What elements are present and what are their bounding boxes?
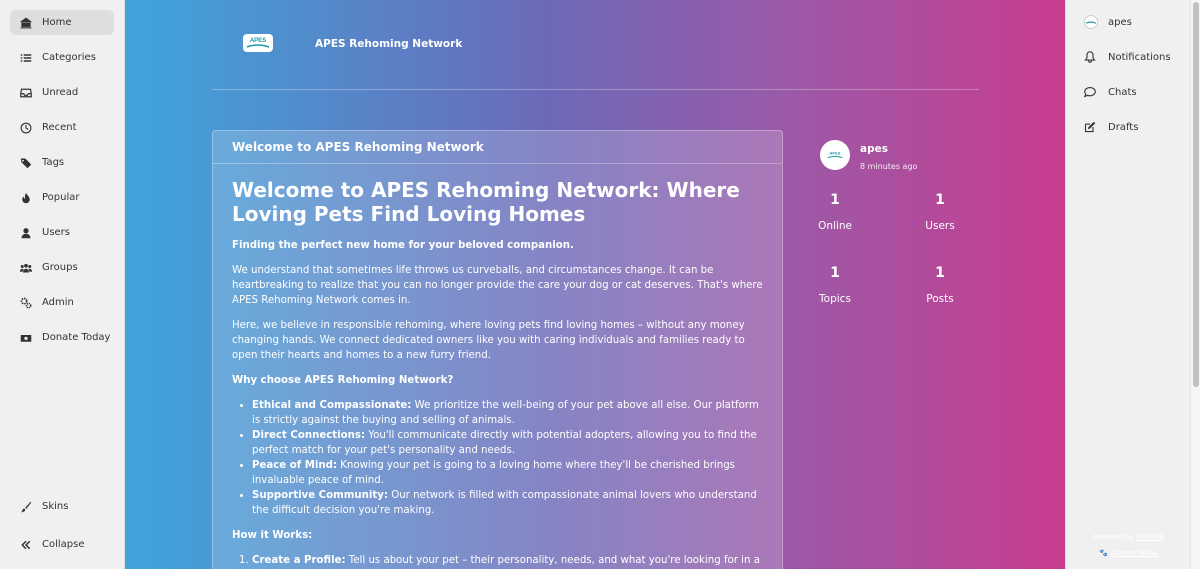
list-item: Peace of Mind: Knowing your pet is going… [252,458,763,488]
nav-collapse-label: Collapse [42,539,85,550]
nav-categories[interactable]: Categories [10,45,114,70]
fire-icon [10,192,42,204]
stat-users-value: 1 [935,192,945,208]
author-name[interactable]: apes [860,143,888,155]
stat-topics-label: Topics [819,293,851,305]
stat-posts: 1 Posts [900,265,980,305]
nav-home[interactable]: Home [10,10,114,35]
nav-popular-label: Popular [42,192,80,203]
list-item: Ethical and Compassionate: We prioritize… [252,398,763,428]
footer-donate[interactable]: 🐾 Donate Today [1066,549,1191,557]
topic-subtitle: Finding the perfect new home for your be… [232,240,574,251]
topic-header[interactable]: Welcome to APES Rehoming Network [213,131,782,164]
chats-label: Chats [1108,86,1137,98]
user-icon [10,227,42,239]
stat-posts-value: 1 [935,265,945,281]
nav-donate-today-label: Donate Today [42,332,111,343]
nav-users-label: Users [42,227,71,238]
how-list: Create a Profile: Tell us about your pet… [232,553,763,569]
clock-icon [10,122,42,134]
list-item: Create a Profile: Tell us about your pet… [252,553,763,569]
inbox-icon [10,87,42,99]
why-heading: Why choose APES Rehoming Network? [232,375,454,386]
nav-groups-label: Groups [42,262,78,273]
svg-text:APES: APES [250,38,266,44]
nodebb-link[interactable]: NodeBB [1136,533,1164,541]
brand-logo[interactable]: APES [243,34,273,52]
nav-popular[interactable]: Popular [10,185,114,210]
topic-paragraph-1: We understand that sometimes life throws… [232,265,763,306]
notifications-button[interactable]: Notifications [1084,51,1171,63]
money-icon [10,332,42,344]
stat-online-value: 1 [830,192,840,208]
nav-donate-today[interactable]: Donate Today [10,325,114,350]
user-menu[interactable]: apes [1084,15,1132,29]
chats-button[interactable]: Chats [1084,86,1137,98]
right-sidebar: apes Notifications Chats Drafts Powered … [1065,0,1190,569]
nav-collapse[interactable]: Collapse [10,532,114,557]
nav-users[interactable]: Users [10,220,114,245]
why-list: Ethical and Compassionate: We prioritize… [232,398,763,518]
user-avatar-icon [1084,15,1108,29]
avatar[interactable]: APES [820,140,850,170]
nav-tags[interactable]: Tags [10,150,114,175]
stat-users-label: Users [925,220,955,232]
stat-topics: 1 Topics [795,265,875,305]
stat-online-label: Online [818,220,852,232]
nav-recent-label: Recent [42,122,77,133]
tags-icon [10,157,42,169]
gears-icon [10,297,42,309]
stat-posts-label: Posts [926,293,954,305]
topic-title: Welcome to APES Rehoming Network: Where … [232,178,740,226]
list-item: Direct Connections: You'll communicate d… [252,428,763,458]
nav-admin-label: Admin [42,297,74,308]
home-icon [10,17,42,29]
drafts-label: Drafts [1108,121,1139,133]
topic-body: Welcome to APES Rehoming Network: Where … [213,164,782,569]
nav-skins[interactable]: Skins [10,494,114,519]
paintbrush-icon [10,501,42,513]
scrollbar-thumb[interactable] [1193,2,1199,387]
powered-by: Powered by NodeBB [1093,533,1164,541]
left-sidebar: Home Categories Unread Recent Tags Popul… [0,0,125,569]
donate-link[interactable]: Donate Today [1110,549,1158,557]
topic-paragraph-2: Here, we believe in responsible rehoming… [232,320,745,361]
nav-categories-label: Categories [42,52,96,63]
nav-groups[interactable]: Groups [10,255,114,280]
how-heading: How it Works: [232,530,313,541]
nav-home-label: Home [42,17,72,28]
nav-tags-label: Tags [42,157,65,168]
nav-unread-label: Unread [42,87,79,98]
drafts-button[interactable]: Drafts [1084,121,1138,133]
paw-icon: 🐾 [1099,549,1108,557]
brand-name[interactable]: APES Rehoming Network [315,38,462,50]
username-label: apes [1108,16,1132,28]
main-content: APES APES Rehoming Network Welcome to AP… [125,0,1065,569]
users-icon [10,262,42,274]
edit-icon [1084,121,1108,133]
nav-recent[interactable]: Recent [10,115,114,140]
svg-text:APES: APES [830,150,841,155]
topic-card: Welcome to APES Rehoming Network Welcome… [212,130,783,569]
scrollbar[interactable] [1190,0,1200,569]
nav-admin[interactable]: Admin [10,290,114,315]
header-divider [212,89,979,90]
stat-users: 1 Users [900,192,980,232]
notifications-label: Notifications [1108,51,1171,63]
stat-topics-value: 1 [830,265,840,281]
double-chevron-left-icon [10,539,42,551]
bell-icon [1084,51,1108,63]
author-timestamp: 8 minutes ago [860,162,918,171]
stat-online: 1 Online [795,192,875,232]
list-icon [10,52,42,64]
chat-icon [1084,86,1108,98]
nav-unread[interactable]: Unread [10,80,114,105]
list-item: Supportive Community: Our network is fil… [252,488,763,518]
nav-skins-label: Skins [42,501,69,512]
